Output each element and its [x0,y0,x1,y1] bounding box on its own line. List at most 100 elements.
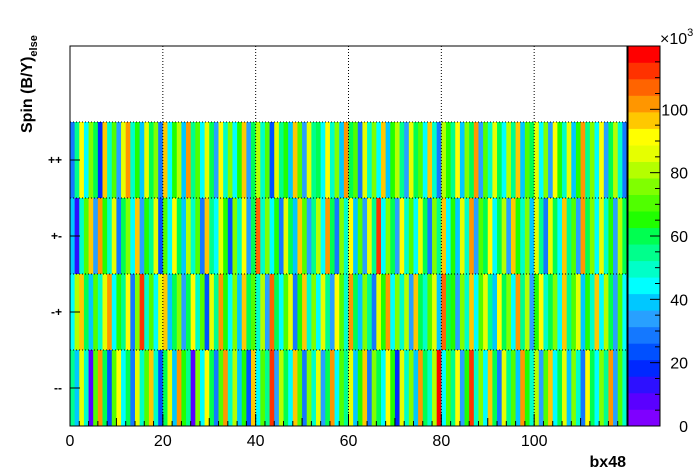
heatmap-cell [176,274,182,350]
heatmap-cell [483,198,489,274]
heatmap-cell [585,274,591,350]
heatmap-cell [348,198,354,274]
y-tick-label: -+ [51,305,62,319]
heatmap-cell [357,122,363,198]
heatmap-cell [148,274,154,350]
heatmap-cell [237,122,243,198]
heatmap-cell [204,122,210,198]
heatmap-cell [274,122,280,198]
heatmap-cell [385,122,391,198]
heatmap-cell [390,198,396,274]
heatmap-cell [510,350,516,426]
heatmap-cell [413,198,419,274]
heatmap-cell [469,198,475,274]
heatmap-cell [190,274,196,350]
heatmap-cell [571,198,577,274]
heatmap-cell [292,198,298,274]
color-scale-swatch [628,293,660,311]
heatmap-cell [260,350,266,426]
heatmap-cell [394,198,400,274]
x-tick-label: 20 [154,433,172,450]
heatmap-cell [199,350,206,426]
color-scale-multiplier-base: ×10 [660,31,687,48]
heatmap-cell [515,350,521,426]
heatmap-cell [311,350,317,426]
heatmap-cell [390,350,396,426]
heatmap-cell [432,274,438,350]
heatmap-cell [213,122,219,198]
heatmap-cell [394,350,400,426]
color-scale-swatch [628,211,660,229]
heatmap-cell [552,198,558,274]
heatmap-cell [302,350,308,426]
heatmap-cell [422,198,428,274]
heatmap-cell [227,350,233,426]
heatmap-cell [316,274,322,350]
heatmap-cell [199,274,206,350]
heatmap-cell [172,274,178,350]
heatmap-cell [385,274,391,350]
heatmap-cell [223,198,229,274]
heatmap-cell [241,350,247,426]
heatmap-cell [278,198,284,274]
heatmap-cell [116,274,122,350]
heatmap-cell [538,274,544,350]
heatmap-cell [506,274,512,350]
heatmap-cell [121,198,127,274]
color-scale-bar: 0 20 40 60 80 100 [627,45,688,436]
heatmap-cell [585,122,591,198]
heatmap-cell [478,274,484,350]
heatmap-cell [524,198,530,274]
heatmap-cell [130,274,136,350]
heatmap-cell [329,198,335,274]
heatmap-cell [353,122,359,198]
heatmap-cell [469,274,475,350]
heatmap-cell [325,198,331,274]
heatmap-cell [125,122,131,198]
heatmap-cell [367,122,373,198]
heatmap-cell [209,198,215,274]
heatmap-cell [302,122,308,198]
heatmap-cell [594,274,600,350]
heatmap-cell [427,122,433,198]
heatmap-cell [464,350,470,426]
heatmap-cell [288,198,294,274]
heatmap-cell [283,274,289,350]
heatmap-cell [269,198,275,274]
heatmap-cell [367,350,373,426]
heatmap-cell [404,350,410,426]
heatmap-cell [506,350,512,426]
heatmap-cell [343,274,349,350]
heatmap-cell [399,122,405,198]
heatmap-cell [139,274,145,350]
heatmap-cell [524,350,530,426]
heatmap-cell [408,350,414,426]
color-scale-tick-label: 0 [679,419,688,436]
heatmap-cell [111,122,117,198]
heatmap-cell [497,122,503,198]
heatmap-cell [269,122,275,198]
heatmap-cell [538,198,544,274]
heatmap-cell [283,350,289,426]
heatmap-cell [130,350,136,426]
heatmap-cell [380,350,387,426]
heatmap-cell [348,274,354,350]
heatmap-cell [501,350,507,426]
color-scale-swatch [628,194,660,212]
heatmap-cell [580,198,586,274]
heatmap-cell [413,274,419,350]
heatmap-cell [501,122,507,198]
heatmap-cell [241,122,247,198]
heatmap-cell [264,274,270,350]
heatmap-cell [116,198,122,274]
heatmap-cell [264,198,270,274]
heatmap-cell [162,122,168,198]
heatmap-cell [213,350,219,426]
heatmap-cell [617,350,623,426]
color-scale-tick-label: 60 [670,229,688,246]
heatmap-cell [274,198,280,274]
heatmap-cell [204,350,210,426]
heatmap-cell [371,274,377,350]
heatmap-cell [320,122,326,198]
heatmap-cell [255,350,261,426]
